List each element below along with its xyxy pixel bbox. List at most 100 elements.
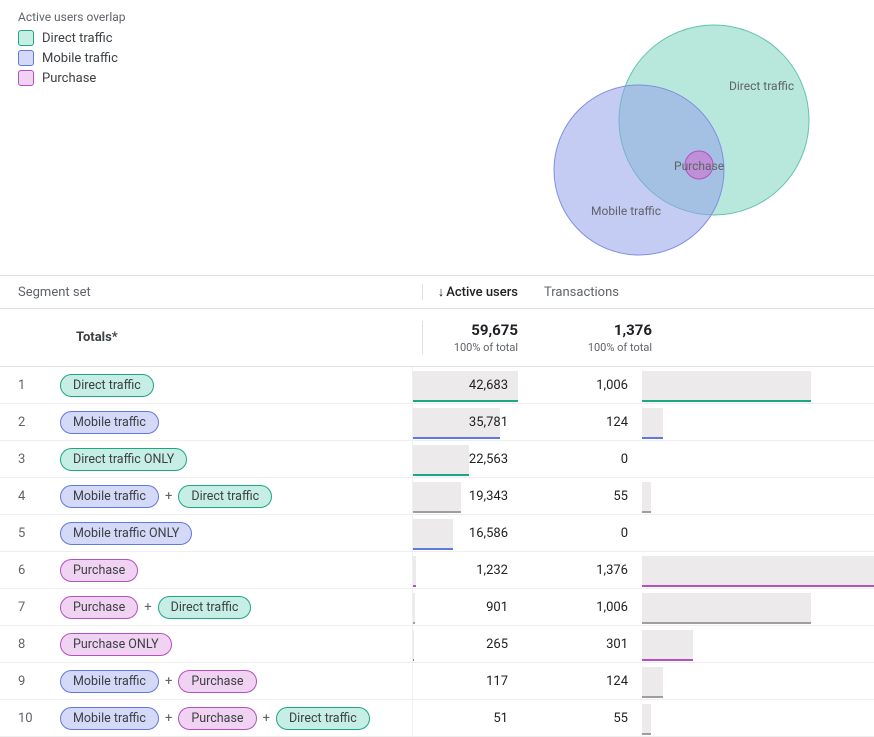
active-users-cell: 42,683 bbox=[412, 367, 522, 403]
segment-chip[interactable]: Purchase bbox=[60, 559, 138, 582]
segment-chips: Mobile traffic+Purchase+Direct traffic bbox=[32, 707, 412, 730]
header-active-users[interactable]: Active users bbox=[422, 284, 532, 300]
legend: Active users overlap Direct traffic Mobi… bbox=[18, 10, 198, 255]
legend-label: Purchase bbox=[42, 71, 96, 86]
active-users-value: 35,781 bbox=[469, 415, 508, 430]
segment-chip[interactable]: Direct traffic bbox=[276, 707, 370, 730]
segment-chips: Purchase bbox=[32, 559, 412, 582]
segment-chip[interactable]: Mobile traffic ONLY bbox=[60, 522, 192, 545]
segment-chip[interactable]: Direct traffic bbox=[178, 485, 272, 508]
transactions-value: 0 bbox=[621, 526, 628, 541]
table-row[interactable]: 1 Direct traffic 42,683 1,006 bbox=[0, 367, 874, 404]
header-transactions[interactable]: Transactions bbox=[532, 285, 874, 300]
bar bbox=[413, 556, 416, 586]
segment-chip[interactable]: Purchase bbox=[60, 596, 138, 619]
table-row[interactable]: 5Mobile traffic ONLY16,5860 bbox=[0, 515, 874, 552]
legend-item-direct[interactable]: Direct traffic bbox=[18, 30, 198, 46]
segment-chip[interactable]: Direct traffic ONLY bbox=[60, 448, 187, 471]
bar bbox=[413, 630, 414, 660]
row-number: 4 bbox=[0, 489, 32, 504]
transactions-cell: 1,376 bbox=[522, 552, 874, 588]
underline bbox=[413, 511, 461, 513]
segment-chip[interactable]: Purchase ONLY bbox=[60, 633, 172, 656]
venn-label-direct: Direct traffic bbox=[729, 79, 794, 93]
transactions-cell: 124 bbox=[522, 404, 874, 440]
transactions-cell: 1,006 bbox=[522, 367, 874, 403]
segment-chip[interactable]: Mobile traffic bbox=[60, 707, 159, 730]
underline bbox=[642, 585, 874, 587]
bar bbox=[642, 371, 811, 401]
underline bbox=[642, 696, 663, 698]
underline bbox=[413, 437, 500, 439]
bar bbox=[413, 519, 453, 549]
active-users-cell: 22,563 bbox=[412, 441, 522, 477]
active-users-value: 19,343 bbox=[469, 489, 508, 504]
segment-chips: Mobile traffic+Direct traffic bbox=[32, 485, 412, 508]
active-users-cell: 51 bbox=[412, 700, 522, 736]
table-row[interactable]: 6 Purchase 1,232 1,376 bbox=[0, 552, 874, 589]
plus-icon: + bbox=[165, 711, 172, 726]
legend-title: Active users overlap bbox=[18, 10, 198, 24]
active-users-value: 1,232 bbox=[476, 563, 508, 578]
table-row[interactable]: 10Mobile traffic+Purchase+Direct traffic… bbox=[0, 700, 874, 737]
active-users-cell: 16,586 bbox=[412, 515, 522, 551]
swatch-direct-icon bbox=[18, 30, 34, 46]
legend-label: Direct traffic bbox=[42, 31, 113, 46]
segment-chip[interactable]: Mobile traffic bbox=[60, 670, 159, 693]
segment-chips: Mobile traffic bbox=[32, 411, 412, 434]
swatch-mobile-icon bbox=[18, 50, 34, 66]
underline bbox=[413, 622, 415, 624]
bar bbox=[642, 593, 811, 623]
row-number: 6 bbox=[0, 563, 32, 578]
venn-diagram[interactable]: Direct traffic Mobile traffic Purchase bbox=[198, 10, 874, 255]
active-users-cell: 117 bbox=[412, 663, 522, 699]
table-row[interactable]: 4Mobile traffic+Direct traffic 19,343 55 bbox=[0, 478, 874, 515]
bar bbox=[642, 482, 651, 512]
segment-chips: Purchase ONLY bbox=[32, 633, 412, 656]
segment-chip[interactable]: Mobile traffic bbox=[60, 411, 159, 434]
venn-label-purchase: Purchase bbox=[674, 159, 724, 173]
segment-chip[interactable]: Direct traffic bbox=[60, 374, 154, 397]
venn-label-mobile: Mobile traffic bbox=[591, 204, 661, 218]
segment-table: Segment set Active users Transactions To… bbox=[0, 275, 874, 737]
bar bbox=[413, 482, 461, 512]
table-row[interactable]: 9Mobile traffic+Purchase117124 bbox=[0, 663, 874, 700]
segment-chip[interactable]: Purchase bbox=[178, 670, 256, 693]
swatch-purchase-icon bbox=[18, 70, 34, 86]
table-row[interactable]: 3Direct traffic ONLY22,5630 bbox=[0, 441, 874, 478]
bar bbox=[642, 667, 663, 697]
table-row[interactable]: 7Purchase+Direct traffic9011,006 bbox=[0, 589, 874, 626]
segment-chips: Mobile traffic+Purchase bbox=[32, 670, 412, 693]
transactions-cell: 1,006 bbox=[522, 589, 874, 625]
totals-transactions: 1,376 100% of total bbox=[532, 321, 652, 354]
transactions-cell: 301 bbox=[522, 626, 874, 662]
segment-chip[interactable]: Direct traffic bbox=[158, 596, 252, 619]
segment-chips: Purchase + Direct traffic bbox=[32, 596, 412, 619]
transactions-cell: 0 bbox=[522, 515, 874, 551]
table-row[interactable]: 8 Purchase ONLY 265301 bbox=[0, 626, 874, 663]
segment-chip[interactable]: Purchase bbox=[178, 707, 256, 730]
transactions-value: 55 bbox=[613, 711, 628, 726]
bar bbox=[413, 593, 415, 623]
plus-icon: + bbox=[144, 600, 151, 615]
segment-chip[interactable]: Mobile traffic bbox=[60, 485, 159, 508]
bar bbox=[413, 445, 469, 475]
active-users-value: 42,683 bbox=[469, 378, 508, 393]
header-segment[interactable]: Segment set bbox=[0, 285, 422, 300]
transactions-value: 124 bbox=[606, 674, 628, 689]
active-users-cell: 265 bbox=[412, 626, 522, 662]
totals-label: Totals* bbox=[0, 330, 422, 345]
underline bbox=[413, 659, 414, 661]
table-row[interactable]: 2Mobile traffic35,781124 bbox=[0, 404, 874, 441]
legend-item-purchase[interactable]: Purchase bbox=[18, 70, 198, 86]
underline bbox=[642, 733, 651, 735]
row-number: 1 bbox=[0, 378, 32, 393]
legend-item-mobile[interactable]: Mobile traffic bbox=[18, 50, 198, 66]
transactions-value: 0 bbox=[621, 452, 628, 467]
row-number: 8 bbox=[0, 637, 32, 652]
transactions-value: 124 bbox=[606, 415, 628, 430]
transactions-value: 55 bbox=[613, 489, 628, 504]
active-users-value: 117 bbox=[486, 674, 508, 689]
bar bbox=[642, 408, 663, 438]
bar bbox=[642, 704, 651, 734]
